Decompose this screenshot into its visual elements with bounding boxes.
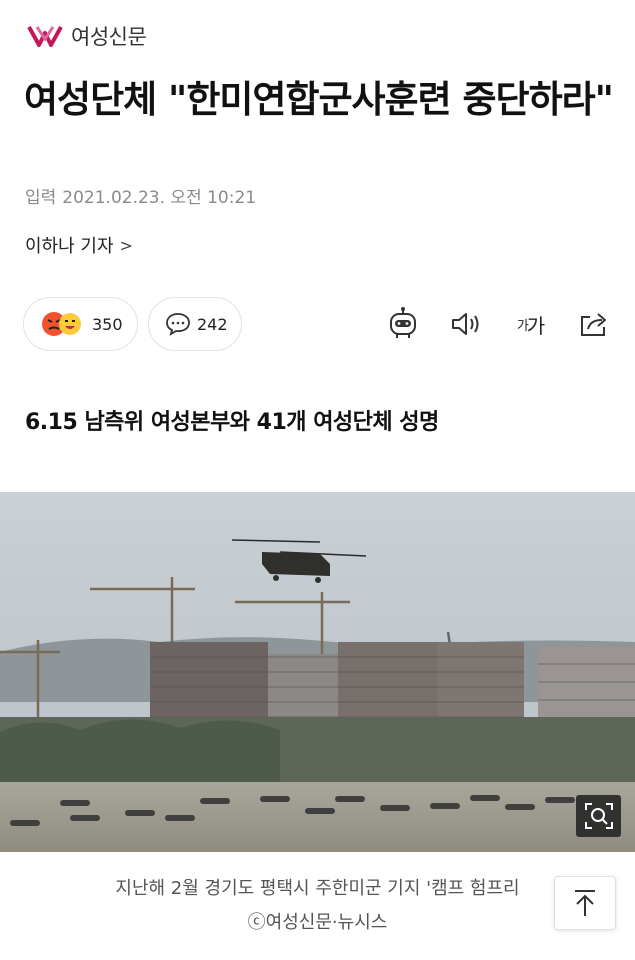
magnify-icon	[584, 803, 613, 829]
article-date: 입력 2021.02.23. 오전 10:21	[25, 183, 262, 208]
share-icon[interactable]	[574, 303, 614, 345]
article-subtitle: 6.15 남측위 여성본부와 41개 여성단체 성명	[25, 410, 439, 435]
photo-image	[0, 492, 635, 852]
arrow-up-icon	[575, 890, 595, 916]
font-size-small: 가	[516, 318, 529, 334]
font-size-icon[interactable]: 가가	[508, 303, 552, 345]
reporter-link[interactable]: 이하나 기자 >	[25, 232, 133, 258]
caption-line-1: 지난해 2월 경기도 평택시 주한미군 기지 '캠프 험프리	[115, 878, 520, 899]
scroll-top-button[interactable]	[554, 876, 616, 930]
photo-caption: 지난해 2월 경기도 평택시 주한미군 기지 '캠프 험프리 ⓒ여성신문·뉴시스	[0, 872, 635, 940]
zoom-button[interactable]	[576, 795, 621, 837]
date-prefix: 입력	[25, 188, 57, 208]
article-photo[interactable]	[0, 492, 635, 852]
font-size-large: 가	[526, 313, 545, 338]
caption-line-2: ⓒ여성신문·뉴시스	[247, 912, 388, 933]
robot-read-icon[interactable]	[383, 303, 423, 345]
site-header: 여성신문	[27, 20, 147, 52]
chevron-right-icon: >	[119, 235, 133, 255]
date-value: 2021.02.23. 오전 10:21	[62, 188, 257, 208]
article-title: 여성단체 "한미연합군사훈련 중단하라"	[24, 78, 614, 121]
ys-logo-icon	[27, 26, 63, 47]
brand-name[interactable]: 여성신문	[71, 21, 147, 51]
reporter-name: 이하나 기자	[25, 236, 114, 257]
article-tools: 가가	[0, 303, 635, 345]
speaker-icon[interactable]	[445, 303, 485, 345]
